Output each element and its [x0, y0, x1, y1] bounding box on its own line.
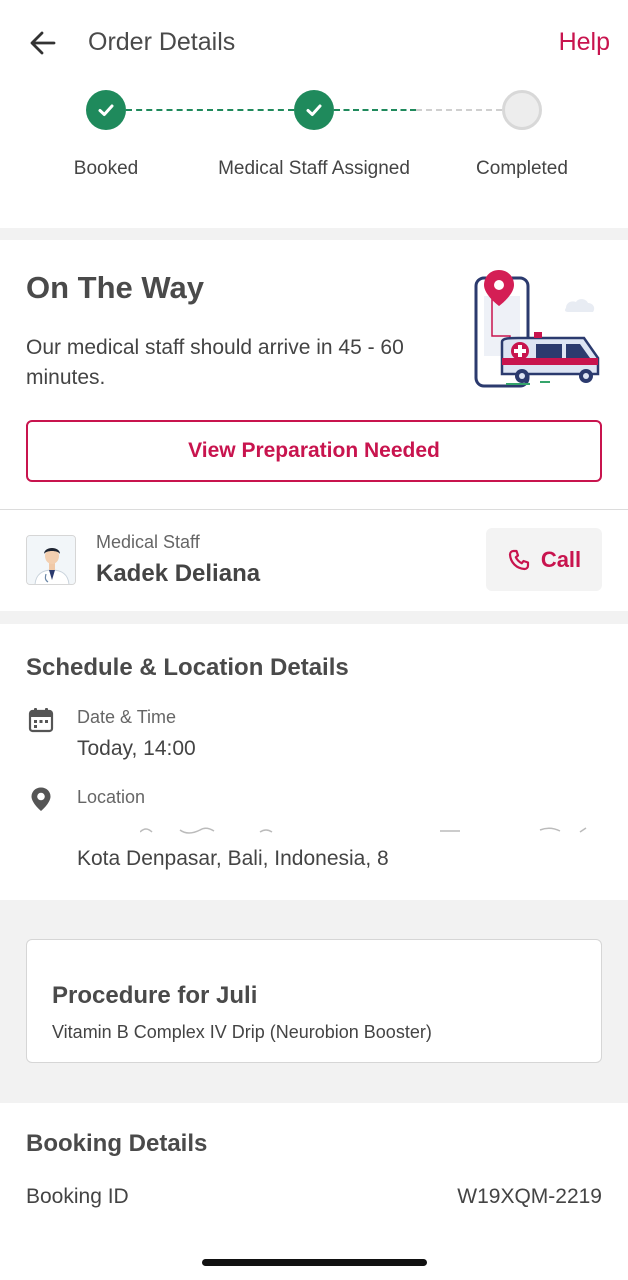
status-title: On The Way: [26, 270, 204, 305]
page-title: Order Details: [88, 28, 236, 56]
order-progress-stepper: Booked Medical Staff Assigned Completed: [0, 88, 628, 218]
step-assigned-indicator: [294, 90, 334, 130]
location-pin-icon: [31, 787, 51, 811]
staff-caption: Medical Staff: [96, 532, 200, 552]
procedure-card[interactable]: Procedure for Juli Vitamin B Complex IV …: [26, 939, 602, 1063]
section-separator: [0, 228, 628, 240]
section-separator: [0, 611, 628, 624]
booking-section-title: Booking Details: [26, 1130, 208, 1157]
step-connector: [416, 109, 502, 111]
back-button[interactable]: [26, 26, 60, 60]
redacted-address-line: [139, 824, 590, 838]
location-value: Kota Denpasar, Bali, Indonesia, 8: [77, 847, 389, 870]
booking-id-value: W19XQM-2219: [457, 1185, 602, 1208]
staff-name: Kadek Deliana: [96, 560, 261, 587]
app-header: Order Details Help: [0, 0, 628, 86]
date-time-value: Today, 14:00: [77, 737, 196, 760]
step-completed-indicator: [502, 90, 542, 130]
back-arrow-icon: [30, 31, 56, 55]
step-booked-indicator: [86, 90, 126, 130]
avatar: [26, 535, 76, 585]
phone-icon: [508, 549, 529, 570]
date-time-caption: Date & Time: [77, 707, 177, 727]
help-link[interactable]: Help: [559, 28, 610, 57]
schedule-section-title: Schedule & Location Details: [26, 654, 349, 681]
booking-id-label: Booking ID: [26, 1185, 129, 1208]
call-label: Call: [540, 546, 582, 572]
call-button[interactable]: Call: [486, 528, 602, 591]
step-connector: [126, 109, 294, 111]
step-label-assigned: Medical Staff Assigned: [218, 158, 410, 179]
procedure-title: Procedure for Juli: [52, 982, 258, 1009]
location-caption: Location: [77, 787, 146, 807]
status-description: Our medical staff should arrive in 45 - …: [26, 336, 404, 389]
check-icon: [306, 104, 322, 116]
calendar-icon: [28, 708, 54, 733]
home-indicator[interactable]: [202, 1259, 427, 1266]
procedure-description: Vitamin B Complex IV Drip (Neurobion Boo…: [52, 1022, 432, 1042]
step-label-completed: Completed: [476, 158, 568, 179]
step-label-booked: Booked: [73, 158, 139, 179]
ambulance-illustration: [474, 270, 600, 388]
divider: [0, 509, 628, 510]
medical-staff-avatar-icon: [27, 536, 75, 584]
check-icon: [98, 104, 114, 116]
step-connector: [334, 109, 416, 111]
view-preparation-button[interactable]: View Preparation Needed: [26, 420, 602, 482]
